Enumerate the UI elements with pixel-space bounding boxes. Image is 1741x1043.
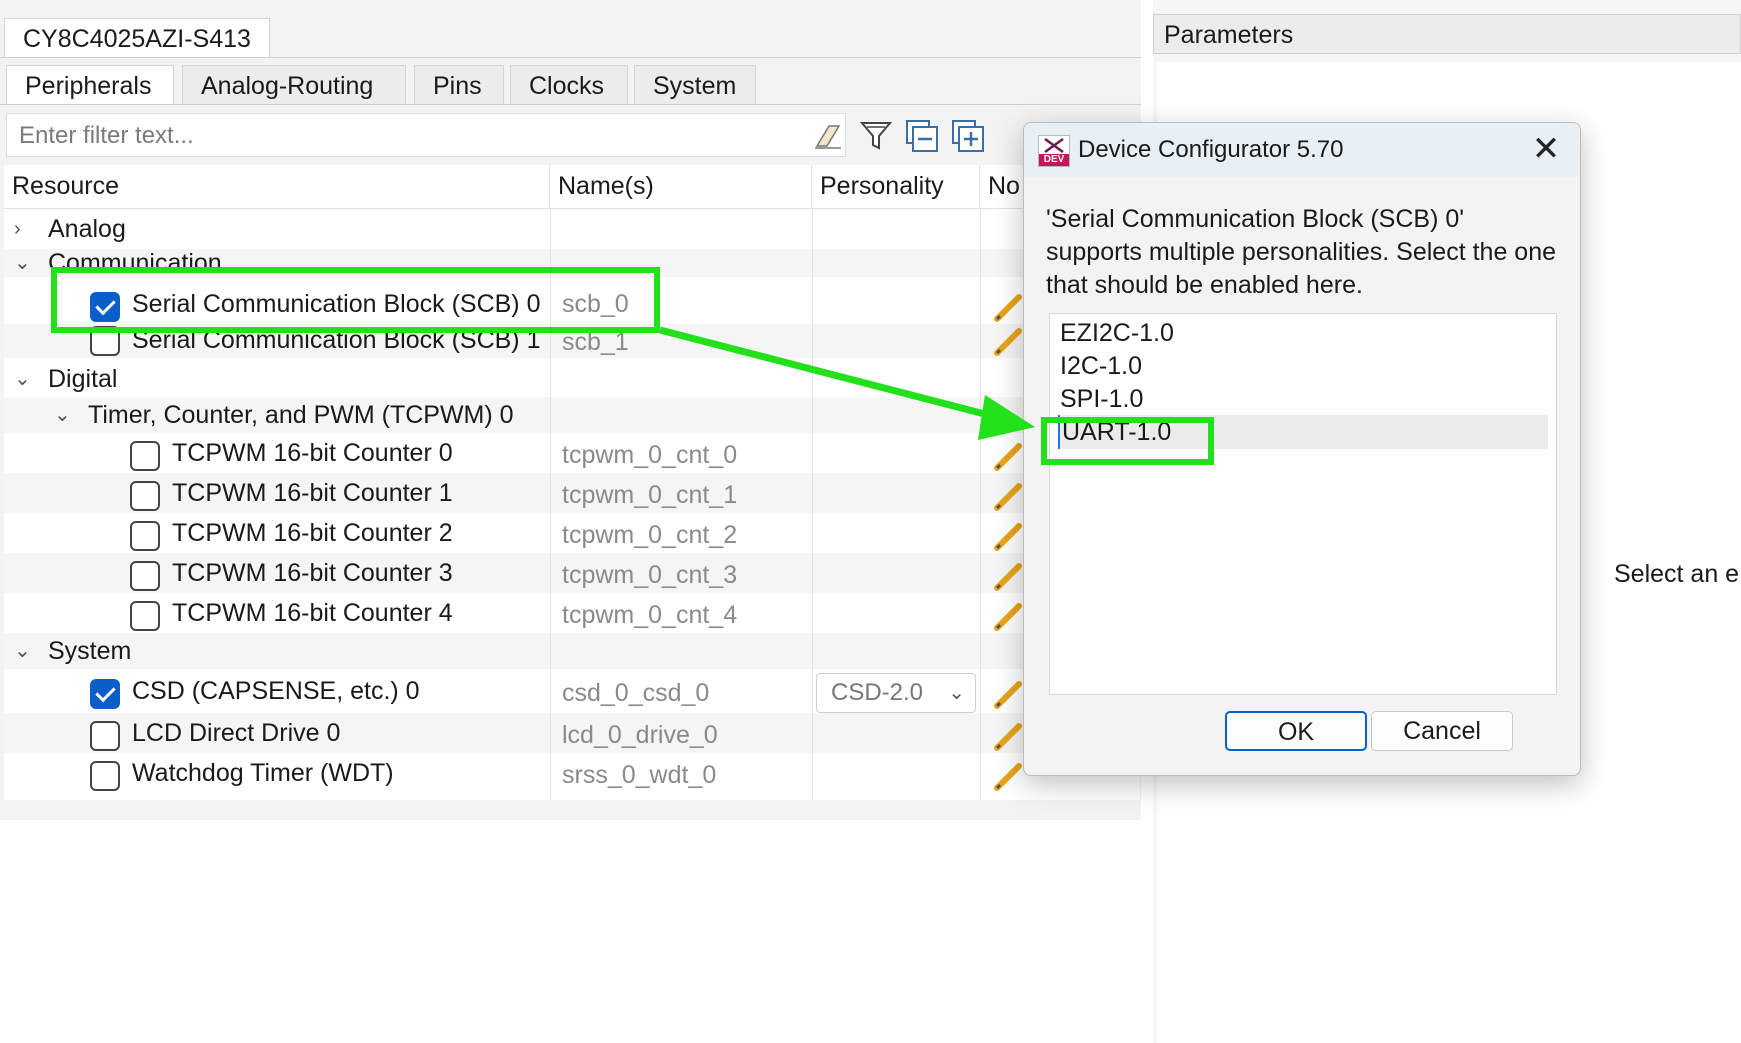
resource-name[interactable]: srss_0_wdt_0 — [562, 755, 716, 795]
chevron-right-icon[interactable]: › — [14, 209, 21, 249]
pencil-icon[interactable] — [992, 719, 1026, 753]
highlight-scb0 — [51, 267, 660, 333]
tree-row-csd[interactable]: CSD (CAPSENSE, etc.) 0 csd_0_csd_0 CSD-2… — [4, 669, 1140, 713]
resource-name[interactable]: lcd_0_drive_0 — [562, 715, 718, 755]
pencil-icon[interactable] — [992, 479, 1026, 513]
tab-clocks[interactable]: Clocks — [510, 65, 628, 105]
collapse-all-icon[interactable] — [904, 118, 940, 154]
resource-name[interactable]: tcpwm_0_cnt_4 — [562, 595, 737, 635]
tree-row-counter[interactable]: TCPWM 16-bit Counter 4 tcpwm_0_cnt_4 — [4, 593, 1140, 633]
parameters-hint: Select an e — [1614, 560, 1740, 588]
pencil-icon[interactable] — [992, 759, 1026, 793]
chevron-down-icon[interactable]: ⌄ — [14, 631, 31, 671]
funnel-icon[interactable] — [858, 118, 894, 154]
counter-checkbox[interactable] — [130, 601, 160, 631]
tab-system[interactable]: System — [634, 65, 756, 105]
lcd-checkbox[interactable] — [90, 721, 120, 751]
dev-tag: DEV — [1039, 154, 1069, 166]
personality-list[interactable]: EZI2C-1.0 I2C-1.0 SPI-1.0 UART-1.0 — [1049, 313, 1557, 695]
tree-label: TCPWM 16-bit Counter 0 — [172, 439, 453, 467]
tree-row-counter[interactable]: TCPWM 16-bit Counter 2 tcpwm_0_cnt_2 — [4, 513, 1140, 553]
column-header-personality[interactable]: Personality — [812, 165, 980, 209]
highlight-uart — [1041, 417, 1214, 465]
pencil-icon[interactable] — [992, 290, 1026, 324]
pencil-icon[interactable] — [992, 677, 1026, 711]
chevron-down-icon[interactable]: ⌄ — [14, 359, 31, 399]
csd-checkbox[interactable] — [90, 679, 120, 709]
parameters-tab[interactable]: Parameters — [1153, 14, 1741, 54]
tree-label: TCPWM 16-bit Counter 3 — [172, 559, 453, 587]
expand-all-icon[interactable] — [950, 118, 986, 154]
personality-option[interactable]: EZI2C-1.0 — [1058, 316, 1548, 350]
tree-row-analog[interactable]: › Analog — [4, 209, 1140, 249]
device-configurator-icon: DEV — [1038, 135, 1070, 167]
column-divider — [812, 209, 813, 800]
tree-label: LCD Direct Drive 0 — [132, 719, 341, 747]
tree-row-counter[interactable]: TCPWM 16-bit Counter 0 tcpwm_0_cnt_0 — [4, 433, 1140, 473]
tree-row-tcpwm-group[interactable]: ⌄ Timer, Counter, and PWM (TCPWM) 0 — [4, 397, 1140, 433]
chevron-down-icon: ⌄ — [948, 682, 965, 704]
tree-row-digital[interactable]: ⌄ Digital — [4, 361, 1140, 397]
resource-panel-empty-area — [0, 820, 1141, 1043]
personality-option[interactable]: SPI-1.0 — [1058, 382, 1548, 416]
eraser-icon[interactable] — [813, 122, 843, 150]
pencil-icon[interactable] — [992, 324, 1026, 358]
personality-value: CSD-2.0 — [831, 679, 924, 706]
counter-checkbox[interactable] — [130, 521, 160, 551]
counter-checkbox[interactable] — [130, 481, 160, 511]
cancel-button[interactable]: Cancel — [1371, 711, 1513, 751]
ok-button[interactable]: OK — [1225, 711, 1367, 751]
close-icon[interactable]: ✕ — [1524, 129, 1568, 169]
pencil-icon[interactable] — [992, 439, 1026, 473]
tab-pins[interactable]: Pins — [414, 65, 504, 105]
pencil-icon[interactable] — [992, 559, 1026, 593]
filter-input[interactable] — [17, 122, 797, 150]
wdt-checkbox[interactable] — [90, 761, 120, 791]
resource-name[interactable]: tcpwm_0_cnt_0 — [562, 435, 737, 475]
pencil-icon[interactable] — [992, 519, 1026, 553]
tree-label: TCPWM 16-bit Counter 2 — [172, 519, 453, 547]
tree-label: System — [48, 637, 132, 665]
resource-name[interactable]: csd_0_csd_0 — [562, 673, 709, 713]
pencil-icon[interactable] — [992, 599, 1026, 633]
column-divider — [980, 209, 981, 800]
tree-row-wdt[interactable]: Watchdog Timer (WDT) srss_0_wdt_0 — [4, 753, 1140, 793]
tree-label: Watchdog Timer (WDT) — [132, 759, 394, 787]
counter-checkbox[interactable] — [130, 441, 160, 471]
tree-label: Timer, Counter, and PWM (TCPWM) 0 — [88, 401, 514, 429]
personality-option[interactable]: I2C-1.0 — [1058, 349, 1548, 383]
chevron-down-icon[interactable]: ⌄ — [14, 249, 31, 277]
tree-row-lcd[interactable]: LCD Direct Drive 0 lcd_0_drive_0 — [4, 713, 1140, 753]
device-tab[interactable]: CY8C4025AZI-S413 — [4, 18, 270, 58]
divider — [0, 104, 1141, 105]
tree-label: CSD (CAPSENSE, etc.) 0 — [132, 677, 420, 705]
tree-label: TCPWM 16-bit Counter 4 — [172, 599, 453, 627]
tab-peripherals[interactable]: Peripherals — [6, 65, 174, 105]
personality-select[interactable]: CSD-2.0 ⌄ — [816, 673, 976, 713]
chevron-down-icon[interactable]: ⌄ — [54, 395, 71, 435]
column-header-names[interactable]: Name(s) — [550, 165, 812, 209]
divider — [0, 57, 1141, 58]
tree-row-counter[interactable]: TCPWM 16-bit Counter 3 tcpwm_0_cnt_3 — [4, 553, 1140, 593]
dialog-title: Device Configurator 5.70 — [1078, 136, 1344, 163]
resource-name[interactable]: tcpwm_0_cnt_2 — [562, 515, 737, 555]
resource-table: Resource Name(s) Personality No › Analog… — [4, 165, 1140, 800]
tools-glyph — [1044, 137, 1064, 154]
tree-row-system[interactable]: ⌄ System — [4, 633, 1140, 669]
column-header-resource[interactable]: Resource — [4, 165, 550, 209]
filter-box — [6, 113, 846, 157]
tree-label: Digital — [48, 365, 118, 393]
resource-name[interactable]: tcpwm_0_cnt_1 — [562, 475, 737, 515]
tree-row-counter[interactable]: TCPWM 16-bit Counter 1 tcpwm_0_cnt_1 — [4, 473, 1140, 513]
counter-checkbox[interactable] — [130, 561, 160, 591]
tree-label: Analog — [48, 215, 126, 243]
dialog-message: 'Serial Communication Block (SCB) 0' sup… — [1046, 205, 1557, 299]
tab-analog-routing[interactable]: Analog-Routing — [182, 65, 406, 105]
tree-label: TCPWM 16-bit Counter 1 — [172, 479, 453, 507]
resource-name[interactable]: tcpwm_0_cnt_3 — [562, 555, 737, 595]
